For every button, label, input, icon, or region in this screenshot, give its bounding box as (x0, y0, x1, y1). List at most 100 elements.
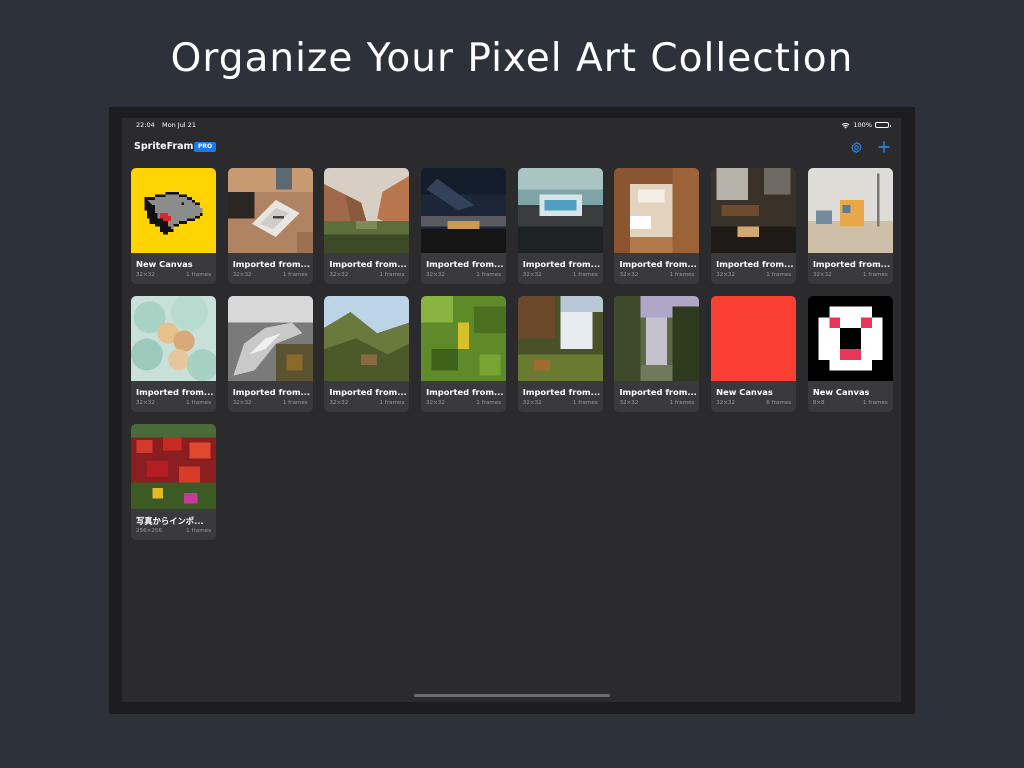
artwork-frames: 1 frames (669, 272, 695, 278)
artwork-frames: 1 frames (282, 272, 308, 278)
artwork-card[interactable]: Imported from... 32×32 1 frames (711, 168, 797, 284)
artwork-size: 256×256 (136, 528, 163, 534)
nav-bar: SpriteFrame PRO (122, 138, 901, 158)
artwork-card[interactable]: 写真からインポ... 256×256 1 frames (131, 424, 216, 540)
artwork-thumbnail (517, 168, 603, 253)
artwork-card[interactable]: Imported from... 32×32 1 frames (807, 168, 893, 284)
artwork-thumbnail (131, 296, 216, 381)
artwork-card[interactable]: Imported from... 32×32 1 frames (421, 296, 507, 412)
artwork-frames: 1 frames (282, 400, 308, 406)
artwork-thumbnail (421, 296, 507, 381)
artwork-name: Imported from... (619, 259, 697, 269)
artwork-thumbnail (131, 424, 216, 509)
artwork-frames: 1 frames (379, 272, 405, 278)
artwork-name: Imported from... (329, 387, 407, 397)
artwork-size: 32×32 (426, 400, 445, 406)
artwork-thumbnail (227, 296, 313, 381)
artwork-thumbnail (614, 168, 700, 253)
artwork-thumbnail (807, 296, 893, 381)
battery-percent: 100% (853, 121, 872, 129)
app-screen: 22:04 Mon Jul 21 100% SpriteFrame PRO Ne… (122, 118, 901, 702)
status-date: Mon Jul 21 (162, 121, 196, 129)
artwork-card[interactable]: Imported from... 32×32 1 frames (421, 168, 507, 284)
artwork-thumbnail (324, 168, 410, 253)
artwork-thumbnail (131, 168, 216, 253)
artwork-name: Imported from... (232, 387, 311, 397)
artwork-name: Imported from... (812, 259, 891, 269)
artwork-size: 32×32 (136, 400, 155, 406)
artwork-size: 32×32 (812, 272, 832, 278)
artwork-card[interactable]: Imported from... 32×32 1 frames (614, 296, 700, 412)
artwork-size: 32×32 (232, 400, 252, 406)
artwork-frames: 1 frames (186, 400, 211, 406)
artwork-frames: 1 frames (572, 272, 598, 278)
artwork-name: New Canvas (136, 259, 193, 269)
artwork-card[interactable]: New Canvas 32×32 1 frames (131, 168, 216, 284)
artwork-name: 写真からインポ... (136, 516, 204, 526)
artwork-size: 32×32 (716, 400, 736, 406)
wifi-icon (841, 122, 850, 129)
artwork-thumbnail (324, 296, 410, 381)
artwork-card[interactable]: Imported from... 32×32 1 frames (517, 296, 603, 412)
artwork-thumbnail (711, 296, 797, 381)
artwork-size: 32×32 (522, 272, 542, 278)
pro-badge: PRO (194, 142, 217, 152)
artwork-frames: 1 frames (379, 400, 405, 406)
artwork-size: 8×8 (812, 400, 825, 406)
artwork-frames: 1 frames (766, 272, 792, 278)
artwork-thumbnail (807, 168, 893, 253)
settings-button[interactable] (847, 138, 865, 156)
artwork-size: 32×32 (619, 272, 639, 278)
artwork-card[interactable]: Imported from... 32×32 1 frames (131, 296, 216, 412)
artwork-name: Imported from... (522, 387, 601, 397)
artwork-size: 32×32 (619, 400, 639, 406)
artwork-card[interactable]: Imported from... 32×32 1 frames (227, 168, 313, 284)
artwork-card[interactable]: Imported from... 32×32 1 frames (324, 296, 410, 412)
artwork-name: Imported from... (426, 259, 504, 269)
page-headline: Organize Your Pixel Art Collection (170, 36, 854, 81)
artwork-frames: 1 frames (862, 400, 888, 406)
artwork-thumbnail (711, 168, 797, 253)
add-canvas-button[interactable] (875, 138, 893, 156)
artwork-size: 32×32 (136, 272, 155, 278)
status-right: 100% (841, 121, 891, 129)
artwork-name: Imported from... (136, 387, 214, 397)
status-bar: 22:04 Mon Jul 21 100% (122, 121, 901, 131)
artwork-card[interactable]: New Canvas 32×32 6 frames (711, 296, 797, 412)
artwork-size: 32×32 (522, 400, 542, 406)
plus-icon (878, 141, 890, 153)
artwork-card[interactable]: New Canvas 8×8 1 frames (807, 296, 893, 412)
artwork-card[interactable]: Imported from... 32×32 1 frames (614, 168, 700, 284)
artwork-name: Imported from... (329, 259, 407, 269)
artwork-grid: New Canvas 32×32 1 frames Imported from.… (131, 168, 893, 540)
artwork-name: Imported from... (232, 259, 311, 269)
artwork-size: 32×32 (716, 272, 736, 278)
artwork-frames: 1 frames (186, 528, 211, 534)
artwork-card[interactable]: Imported from... 32×32 1 frames (227, 296, 313, 412)
status-time: 22:04 (136, 121, 155, 129)
artwork-size: 32×32 (329, 400, 349, 406)
artwork-name: Imported from... (716, 259, 794, 269)
artwork-name: Imported from... (426, 387, 504, 397)
artwork-size: 32×32 (232, 272, 252, 278)
artwork-name: New Canvas (812, 387, 870, 397)
artwork-frames: 1 frames (476, 272, 502, 278)
battery-icon (875, 122, 891, 128)
artwork-size: 32×32 (329, 272, 349, 278)
home-indicator[interactable] (414, 694, 610, 697)
artwork-name: Imported from... (619, 387, 697, 397)
artwork-thumbnail (614, 296, 700, 381)
gear-icon (850, 141, 862, 153)
artwork-frames: 1 frames (669, 400, 695, 406)
artwork-card[interactable]: Imported from... 32×32 1 frames (517, 168, 603, 284)
artwork-name: New Canvas (716, 387, 773, 397)
tablet-frame: 22:04 Mon Jul 21 100% SpriteFrame PRO Ne… (109, 107, 915, 714)
artwork-thumbnail (421, 168, 507, 253)
artwork-thumbnail (227, 168, 313, 253)
artwork-frames: 1 frames (186, 272, 211, 278)
artwork-frames: 6 frames (766, 400, 792, 406)
artwork-card[interactable]: Imported from... 32×32 1 frames (324, 168, 410, 284)
artwork-thumbnail (517, 296, 603, 381)
artwork-frames: 1 frames (862, 272, 888, 278)
artwork-name: Imported from... (522, 259, 601, 269)
